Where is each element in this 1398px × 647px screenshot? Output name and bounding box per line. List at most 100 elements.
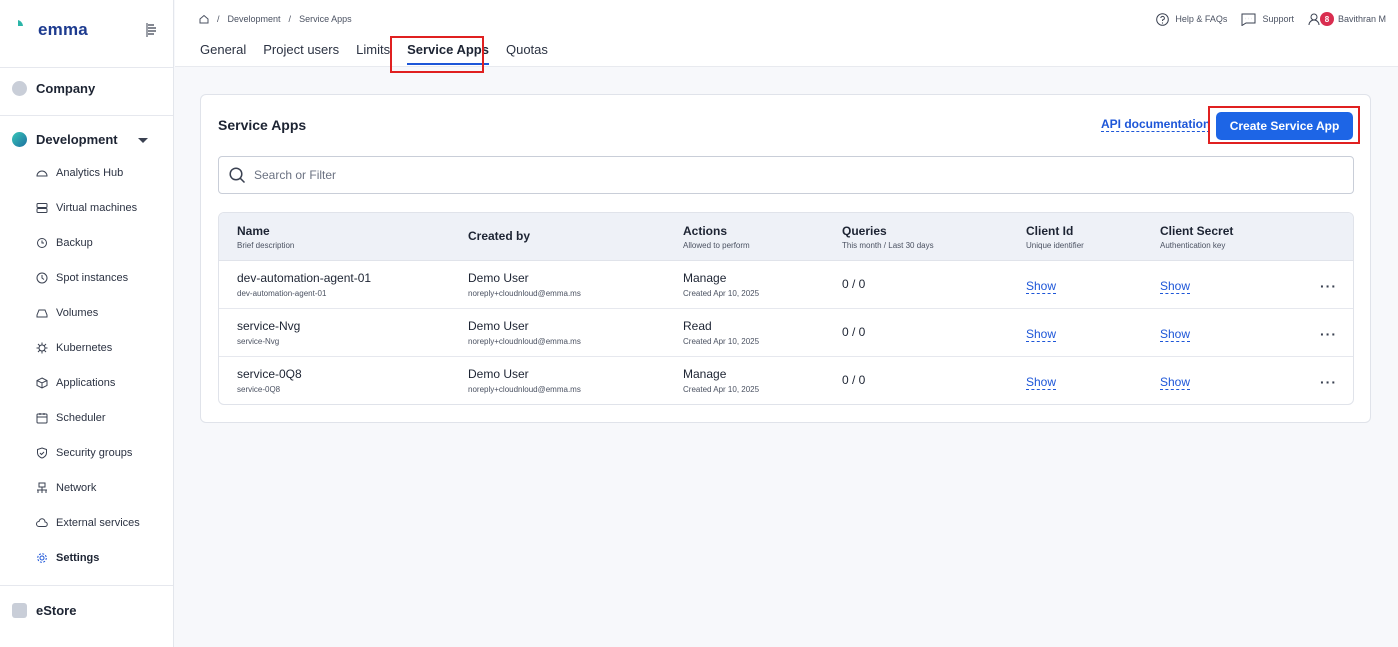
column-client-secret: Client Secret Authentication key — [1160, 224, 1233, 250]
tab-bar: General Project users Limits Service App… — [200, 42, 565, 65]
created-date: Created Apr 10, 2025 — [683, 289, 760, 298]
show-client-id-link[interactable]: Show — [1026, 279, 1057, 294]
help-link[interactable]: Help & FAQs — [1156, 12, 1228, 26]
query-count: 0 / 0 — [842, 373, 866, 387]
support-link[interactable]: Support — [1241, 13, 1294, 26]
column-client-id: Client Id Unique identifier — [1026, 224, 1084, 250]
cell-name: dev-automation-agent-01 dev-automation-a… — [237, 271, 371, 298]
search-box — [218, 156, 1354, 194]
column-subtitle: Unique identifier — [1026, 241, 1084, 250]
creator-name: Demo User — [468, 271, 529, 285]
user-menu[interactable]: 8 Bavithran M — [1308, 12, 1386, 26]
sidebar-item-backup[interactable]: Backup — [36, 237, 93, 249]
chevron-down-icon[interactable] — [138, 138, 148, 143]
column-subtitle: Brief description — [237, 241, 295, 250]
more-options-icon[interactable]: ··· — [1320, 374, 1337, 390]
help-label: Help & FAQs — [1175, 14, 1228, 24]
card-title: Service Apps — [218, 117, 307, 133]
user-name: Bavithran M — [1337, 14, 1386, 24]
sidebar-group-company[interactable]: Company — [12, 81, 95, 96]
sidebar-item-external-services[interactable]: External services — [36, 517, 140, 529]
sidebar-item-volumes[interactable]: Volumes — [36, 307, 98, 319]
column-title: Actions — [683, 224, 728, 238]
api-documentation-link[interactable]: API documentation — [1101, 117, 1211, 132]
column-subtitle: Authentication key — [1160, 241, 1226, 250]
sidebar-item-kubernetes[interactable]: Kubernetes — [36, 342, 112, 354]
sidebar-group-label: Development — [36, 132, 118, 147]
show-client-secret-link[interactable]: Show — [1160, 327, 1191, 342]
sidebar-item-applications[interactable]: Applications — [36, 377, 115, 389]
cube-icon — [36, 377, 48, 389]
breadcrumb: / Development / Service Apps — [199, 14, 360, 24]
cell-name: service-0Q8 service-0Q8 — [237, 367, 302, 394]
tab-general[interactable]: General — [200, 42, 246, 65]
column-subtitle: This month / Last 30 days — [842, 241, 934, 250]
table-row[interactable]: dev-automation-agent-01 dev-automation-a… — [219, 261, 1353, 309]
sidebar-item-label: Applications — [56, 377, 116, 389]
server-icon — [36, 203, 48, 213]
top-bar: / Development / Service Apps General Pro… — [175, 0, 1398, 67]
sidebar-item-label: Analytics Hub — [56, 167, 124, 179]
chat-icon — [1241, 13, 1256, 26]
sidebar-group-estore[interactable]: eStore — [12, 603, 76, 618]
sidebar-item-scheduler[interactable]: Scheduler — [36, 412, 106, 424]
column-subtitle: Allowed to perform — [683, 241, 750, 250]
collapse-sidebar-icon[interactable] — [144, 22, 160, 38]
gear-icon — [37, 553, 47, 563]
sidebar-item-spot-instances[interactable]: Spot instances — [36, 272, 128, 284]
tab-quotas[interactable]: Quotas — [506, 42, 548, 65]
more-options-icon[interactable]: ··· — [1320, 326, 1337, 342]
create-button-highlight — [1208, 106, 1360, 144]
home-icon[interactable] — [199, 14, 209, 24]
emma-logo-icon — [18, 20, 28, 40]
sidebar-item-network[interactable]: Network — [36, 482, 96, 494]
show-client-secret-link[interactable]: Show — [1160, 375, 1191, 390]
column-created-by: Created by — [468, 229, 530, 243]
breadcrumb-development[interactable]: Development — [228, 14, 281, 24]
show-client-id-link[interactable]: Show — [1026, 327, 1057, 342]
sidebar-group-development[interactable]: Development — [12, 132, 118, 147]
permission: Manage — [683, 271, 727, 285]
backup-icon — [37, 238, 47, 248]
cell-actions: Read Created Apr 10, 2025 — [683, 319, 759, 346]
sidebar-item-label: Settings — [56, 552, 100, 564]
app-description: service-Nvg — [237, 337, 280, 346]
permission: Manage — [683, 367, 727, 381]
service-apps-table: Name Brief description Created by Action… — [218, 212, 1354, 405]
cell-client-secret: Show — [1160, 277, 1191, 295]
cell-client-id: Show — [1026, 325, 1057, 343]
sidebar-item-label: Volumes — [56, 307, 99, 319]
clock-icon — [36, 272, 48, 284]
sidebar-group-label: Company — [36, 81, 96, 96]
sidebar: emma Company Development Analytics Hub V… — [0, 0, 174, 647]
sidebar-item-virtual-machines[interactable]: Virtual machines — [36, 202, 137, 214]
tab-project-users[interactable]: Project users — [263, 42, 339, 65]
company-icon — [12, 81, 27, 96]
table-row[interactable]: service-0Q8 service-0Q8 Demo User norepl… — [219, 357, 1353, 404]
search-input[interactable] — [254, 168, 1254, 182]
sidebar-item-label: Backup — [56, 237, 93, 249]
table-row[interactable]: service-Nvg service-Nvg Demo User norepl… — [219, 309, 1353, 357]
app-name: service-0Q8 — [237, 367, 302, 381]
tab-limits[interactable]: Limits — [356, 42, 390, 65]
calendar-icon — [36, 413, 48, 424]
sidebar-item-label: External services — [56, 517, 140, 529]
cell-created-by: Demo User noreply+cloudnloud@emma.ms — [468, 319, 581, 346]
sidebar-item-label: Scheduler — [56, 412, 106, 424]
column-queries: Queries This month / Last 30 days — [842, 224, 934, 250]
column-title: Client Secret — [1160, 224, 1234, 238]
show-client-id-link[interactable]: Show — [1026, 375, 1057, 390]
column-title: Name — [237, 224, 270, 238]
more-options-icon[interactable]: ··· — [1320, 278, 1337, 294]
cell-actions: Manage Created Apr 10, 2025 — [683, 367, 759, 394]
logo[interactable]: emma — [14, 18, 88, 42]
cell-queries: 0 / 0 — [842, 277, 865, 291]
creator-email: noreply+cloudnloud@emma.ms — [468, 289, 581, 298]
show-client-secret-link[interactable]: Show — [1160, 279, 1191, 294]
sidebar-item-analytics-hub[interactable]: Analytics Hub — [36, 167, 123, 179]
shield-icon — [37, 447, 47, 459]
disk-icon — [36, 309, 48, 318]
sidebar-item-security-groups[interactable]: Security groups — [36, 447, 132, 459]
cell-created-by: Demo User noreply+cloudnloud@emma.ms — [468, 271, 581, 298]
sidebar-item-settings[interactable]: Settings — [36, 552, 99, 564]
